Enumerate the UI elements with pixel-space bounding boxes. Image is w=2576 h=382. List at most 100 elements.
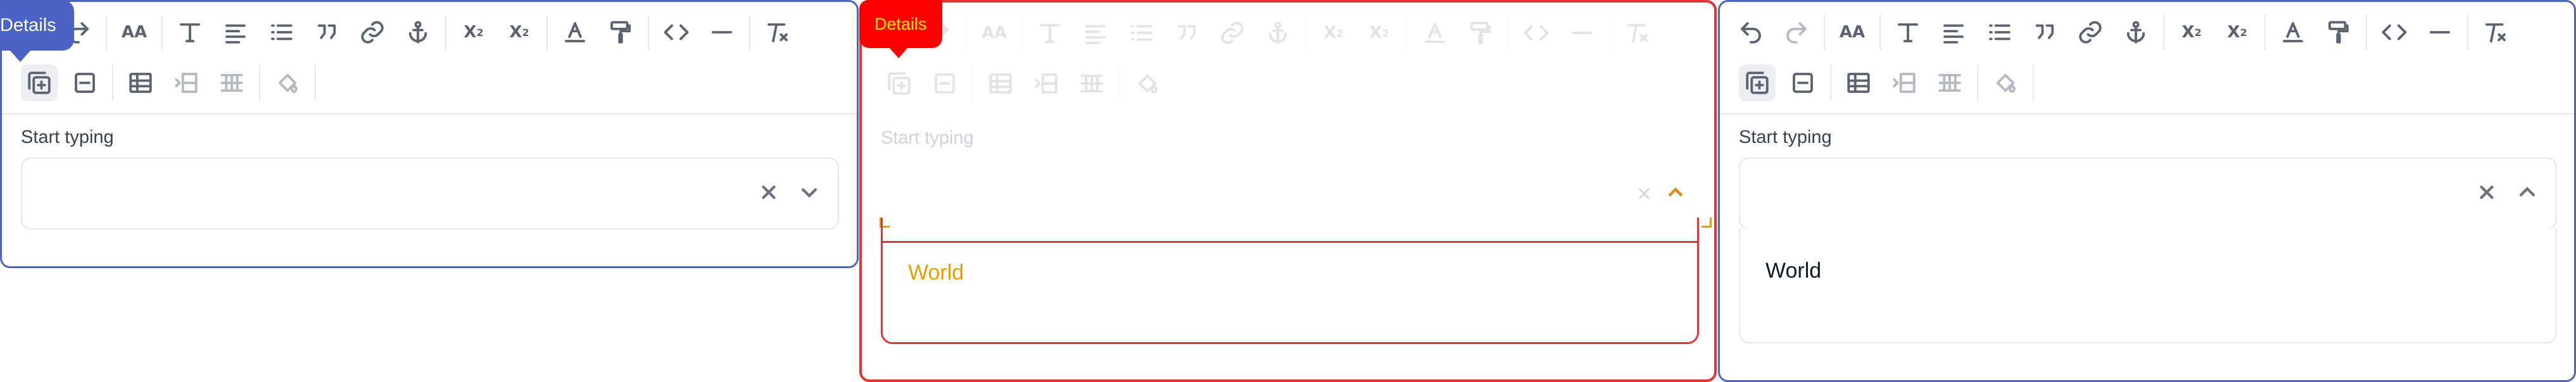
horizontal-rule-icon[interactable] <box>2421 14 2458 51</box>
anchor-icon[interactable] <box>2118 14 2154 51</box>
table-grid-icon[interactable] <box>1073 65 1110 102</box>
format-painter-icon[interactable] <box>602 14 639 51</box>
add-block-icon[interactable] <box>881 65 918 102</box>
superscript-icon[interactable]: X2 <box>501 14 538 51</box>
toolbar-divider <box>1830 65 1831 101</box>
text-color-icon[interactable] <box>2275 14 2311 51</box>
toolbar-divider <box>972 66 973 101</box>
toolbar-divider <box>315 65 316 101</box>
field-label: Start typing <box>21 127 114 147</box>
anchor-icon[interactable] <box>400 14 436 51</box>
table-icon[interactable] <box>122 65 159 101</box>
toolbar-divider <box>966 15 967 51</box>
anchor-icon[interactable] <box>1260 15 1296 51</box>
subscript-icon[interactable]: X2 <box>455 14 492 51</box>
insert-row-icon[interactable] <box>168 65 205 101</box>
bullet-list-icon[interactable] <box>263 14 300 51</box>
text-color-icon[interactable] <box>557 14 593 51</box>
details-tag-left[interactable]: Details <box>0 0 74 62</box>
link-icon[interactable] <box>354 14 391 51</box>
text-style-icon[interactable] <box>1032 15 1068 51</box>
dropdown-option[interactable]: World <box>908 261 964 285</box>
table-icon[interactable] <box>1840 65 1877 101</box>
code-icon[interactable] <box>1518 15 1555 51</box>
toolbar-divider <box>445 15 446 50</box>
link-icon[interactable] <box>1214 15 1251 51</box>
horizontal-rule-icon[interactable] <box>704 14 740 51</box>
align-icon[interactable] <box>1935 14 1972 51</box>
toolbar-divider <box>1824 15 1825 50</box>
align-icon[interactable] <box>1077 15 1114 51</box>
clear-format-icon[interactable] <box>759 14 796 51</box>
quote-icon[interactable] <box>1168 15 1205 51</box>
code-icon[interactable] <box>2376 14 2413 51</box>
text-size-icon[interactable]: AA <box>1834 14 1871 51</box>
chevron-up-icon[interactable] <box>2516 182 2538 206</box>
text-style-icon[interactable] <box>1890 14 1926 51</box>
toolbar-divider <box>2163 15 2164 50</box>
code-icon[interactable] <box>658 14 695 51</box>
fill-color-icon[interactable] <box>269 65 306 101</box>
quote-icon[interactable] <box>308 14 345 51</box>
chevron-up-icon[interactable] <box>1665 182 1686 204</box>
table-grid-icon[interactable] <box>1931 65 1968 101</box>
undo-icon[interactable] <box>1733 14 1769 51</box>
add-block-icon[interactable] <box>1739 65 1776 101</box>
toolbar-divider <box>2033 65 2034 101</box>
dropdown-option[interactable]: World <box>1765 259 1821 283</box>
table-icon[interactable] <box>982 65 1019 102</box>
clear-format-icon[interactable] <box>1619 15 1656 51</box>
toolbar-border <box>2 113 857 114</box>
clear-icon[interactable]: ✕ <box>1636 183 1652 206</box>
dropdown-list-highlight <box>883 241 1697 342</box>
bullet-list-icon[interactable] <box>1123 15 1159 51</box>
toolbar-row-2 <box>862 58 1714 109</box>
add-block-icon[interactable] <box>21 65 58 101</box>
quote-icon[interactable] <box>2026 14 2063 51</box>
chevron-down-icon[interactable] <box>799 182 820 206</box>
link-icon[interactable] <box>2072 14 2109 51</box>
text-size-icon[interactable]: AA <box>116 14 153 51</box>
subscript-icon[interactable]: X2 <box>1315 15 1352 51</box>
toolbar-row-1: AA X2 X2 <box>1720 7 2574 58</box>
remove-block-icon[interactable] <box>926 65 963 102</box>
toolbar-row-2 <box>1720 58 2574 108</box>
bullet-list-icon[interactable] <box>1981 14 2017 51</box>
subscript-icon[interactable]: X2 <box>2173 14 2210 51</box>
combobox-input[interactable] <box>21 157 839 230</box>
details-tag-middle[interactable]: Details <box>859 0 942 58</box>
text-color-icon[interactable] <box>1417 15 1453 51</box>
field-label: Start typing <box>881 128 974 148</box>
toolbar-divider <box>2467 15 2468 50</box>
toolbar-divider <box>546 15 548 50</box>
toolbar-divider <box>106 15 107 50</box>
text-size-icon[interactable]: AA <box>976 15 1013 51</box>
table-grid-icon[interactable] <box>213 65 250 101</box>
remove-block-icon[interactable] <box>1784 65 1821 101</box>
fill-color-icon[interactable] <box>1129 65 1166 102</box>
toolbar-divider <box>749 15 750 50</box>
clear-format-icon[interactable] <box>2477 14 2514 51</box>
align-icon[interactable] <box>217 14 254 51</box>
superscript-icon[interactable]: X2 <box>1361 15 1398 51</box>
combobox-input[interactable] <box>1739 157 2557 230</box>
toolbar-divider <box>259 65 260 101</box>
toolbar-divider <box>1305 15 1306 51</box>
format-painter-icon[interactable] <box>1462 15 1499 51</box>
horizontal-rule-icon[interactable] <box>1563 15 1600 51</box>
remove-block-icon[interactable] <box>66 65 103 101</box>
clear-icon[interactable] <box>758 182 780 206</box>
toolbar-divider <box>1021 15 1023 51</box>
redo-icon[interactable] <box>1778 14 1815 51</box>
format-painter-icon[interactable] <box>2320 14 2357 51</box>
toolbar-divider <box>2264 15 2266 50</box>
superscript-icon[interactable]: X2 <box>2219 14 2256 51</box>
fill-color-icon[interactable] <box>1987 65 2024 101</box>
toolbar-row-1: AA X2 X2 <box>862 8 1714 58</box>
text-style-icon[interactable] <box>172 14 208 51</box>
insert-row-icon[interactable] <box>1886 65 1923 101</box>
editor-panel-right: AA X2 X2 Start typing World <box>1718 0 2576 382</box>
insert-row-icon[interactable] <box>1028 65 1064 102</box>
dropdown-list: World <box>1739 228 2557 343</box>
clear-icon[interactable] <box>2476 182 2497 206</box>
